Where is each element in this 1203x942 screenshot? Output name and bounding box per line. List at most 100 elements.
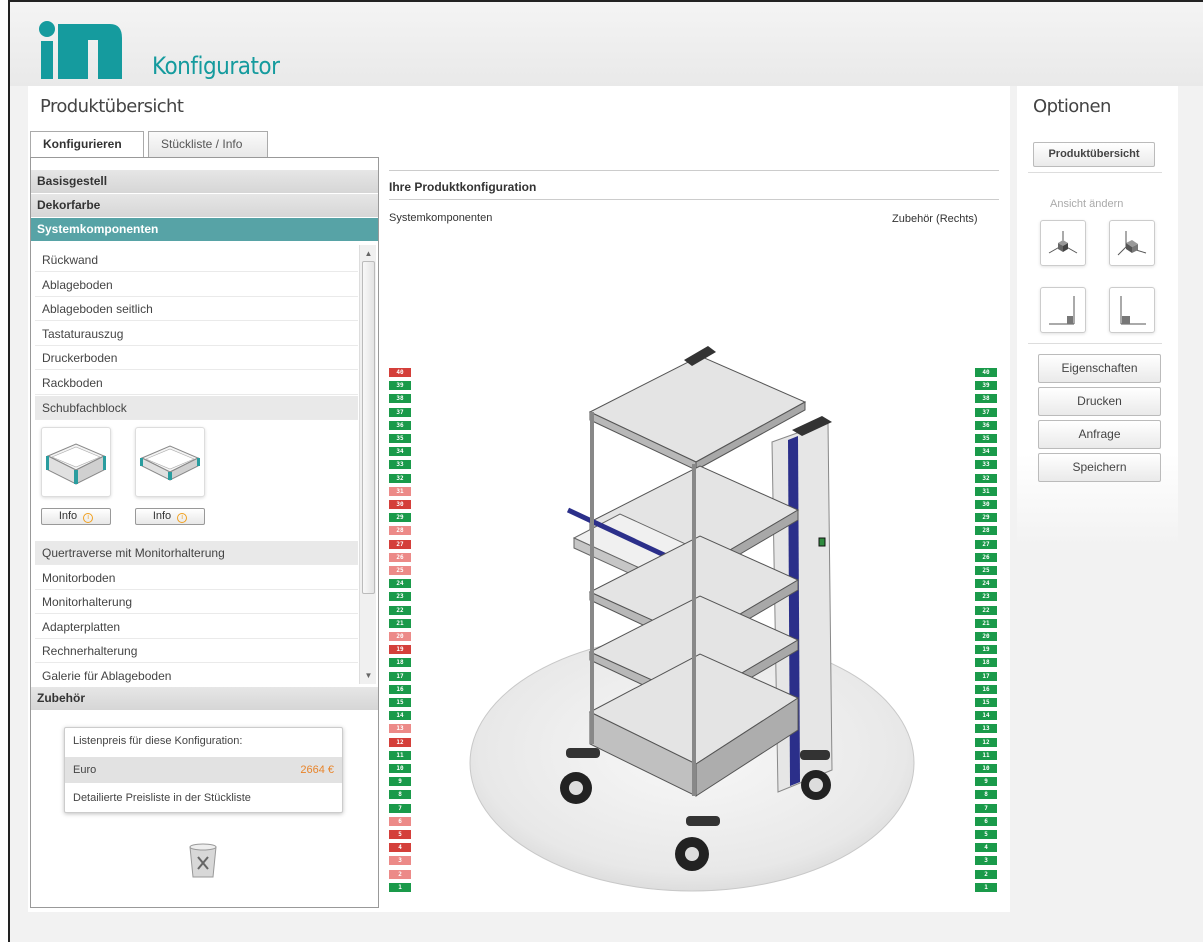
slot-36-right[interactable]: 36 <box>975 420 997 430</box>
slot-16-left[interactable]: 16 <box>389 684 411 694</box>
slot-7-left[interactable]: 7 <box>389 803 411 813</box>
slot-27-right[interactable]: 27 <box>975 539 997 549</box>
slot-15-left[interactable]: 15 <box>389 698 411 707</box>
slot-28-right[interactable]: 28 <box>975 526 997 536</box>
slot-20-right[interactable]: 20 <box>975 632 997 641</box>
slot-38-left[interactable]: 38 <box>389 394 411 404</box>
slot-34-left[interactable]: 34 <box>389 447 411 457</box>
slot-8-right[interactable]: 8 <box>975 790 997 800</box>
view-3d-side-button[interactable] <box>1109 220 1155 266</box>
list-item-ablageboden-seitlich[interactable]: Ablageboden seitlich <box>35 297 358 321</box>
slot-3-right[interactable]: 3 <box>975 856 997 866</box>
slot-18-left[interactable]: 18 <box>389 658 411 668</box>
list-item-galerie[interactable]: Galerie für Ablageboden <box>35 664 358 688</box>
slot-27-left[interactable]: 27 <box>389 539 411 549</box>
slot-21-left[interactable]: 21 <box>389 618 411 628</box>
slot-26-left[interactable]: 26 <box>389 552 411 562</box>
slot-39-left[interactable]: 39 <box>389 381 411 391</box>
slot-25-right[interactable]: 25 <box>975 566 997 575</box>
slot-12-left[interactable]: 12 <box>389 737 411 747</box>
list-item-adapterplatten[interactable]: Adapterplatten <box>35 615 358 639</box>
slot-33-left[interactable]: 33 <box>389 460 411 470</box>
slot-4-right[interactable]: 4 <box>975 843 997 853</box>
slot-17-left[interactable]: 17 <box>389 671 411 681</box>
slot-36-left[interactable]: 36 <box>389 420 411 430</box>
list-item-monitorhalterung[interactable]: Monitorhalterung <box>35 590 358 614</box>
drucken-button[interactable]: Drucken <box>1038 387 1161 416</box>
list-item-rueckwand[interactable]: Rückwand <box>35 248 358 272</box>
slot-28-left[interactable]: 28 <box>389 526 411 536</box>
slot-17-right[interactable]: 17 <box>975 671 997 681</box>
slot-40-left[interactable]: 40 <box>389 368 411 377</box>
list-item-monitorboden[interactable]: Monitorboden <box>35 566 358 590</box>
list-scrollbar[interactable]: ▲ ▼ <box>359 245 376 684</box>
slot-35-left[interactable]: 35 <box>389 434 411 443</box>
list-item-ablageboden[interactable]: Ablageboden <box>35 273 358 297</box>
slot-13-right[interactable]: 13 <box>975 724 997 734</box>
slot-7-right[interactable]: 7 <box>975 803 997 813</box>
view-3d-front-button[interactable] <box>1040 220 1086 266</box>
slot-37-left[interactable]: 37 <box>389 407 411 417</box>
view-front-button[interactable] <box>1040 287 1086 333</box>
drawer-option-1[interactable] <box>41 427 111 497</box>
info-button-2[interactable]: Info i <box>135 508 205 525</box>
info-button-1[interactable]: Info i <box>41 508 111 525</box>
slot-4-left[interactable]: 4 <box>389 843 411 853</box>
slot-10-right[interactable]: 10 <box>975 764 997 773</box>
slot-30-right[interactable]: 30 <box>975 500 997 509</box>
slot-40-right[interactable]: 40 <box>975 368 997 377</box>
slot-6-left[interactable]: 6 <box>389 816 411 826</box>
slot-20-left[interactable]: 20 <box>389 632 411 641</box>
slot-1-left[interactable]: 1 <box>389 882 411 892</box>
tab-konfigurieren[interactable]: Konfigurieren <box>30 131 144 158</box>
tab-stueckliste[interactable]: Stückliste / Info <box>148 131 268 157</box>
eigenschaften-button[interactable]: Eigenschaften <box>1038 354 1161 383</box>
slot-31-right[interactable]: 31 <box>975 486 997 496</box>
slot-38-right[interactable]: 38 <box>975 394 997 404</box>
slot-1-right[interactable]: 1 <box>975 882 997 892</box>
drawer-option-2[interactable] <box>135 427 205 497</box>
slot-5-left[interactable]: 5 <box>389 830 411 839</box>
slot-16-right[interactable]: 16 <box>975 684 997 694</box>
slot-29-left[interactable]: 29 <box>389 513 411 523</box>
slot-9-right[interactable]: 9 <box>975 777 997 787</box>
slot-2-left[interactable]: 2 <box>389 869 411 879</box>
slot-8-left[interactable]: 8 <box>389 790 411 800</box>
slot-11-right[interactable]: 11 <box>975 750 997 760</box>
produktuebersicht-button[interactable]: Produktübersicht <box>1033 142 1155 167</box>
section-zubehoer[interactable]: Zubehör <box>31 687 378 710</box>
slot-30-left[interactable]: 30 <box>389 500 411 509</box>
anfrage-button[interactable]: Anfrage <box>1038 420 1161 449</box>
list-item-schubfachblock[interactable]: Schubfachblock <box>35 396 358 420</box>
speichern-button[interactable]: Speichern <box>1038 453 1161 482</box>
slot-32-left[interactable]: 32 <box>389 473 411 483</box>
slot-15-right[interactable]: 15 <box>975 698 997 707</box>
slot-33-right[interactable]: 33 <box>975 460 997 470</box>
slot-14-left[interactable]: 14 <box>389 711 411 721</box>
slot-13-left[interactable]: 13 <box>389 724 411 734</box>
slot-22-right[interactable]: 22 <box>975 605 997 615</box>
slot-14-right[interactable]: 14 <box>975 711 997 721</box>
scroll-thumb[interactable] <box>362 261 375 594</box>
cart-3d-view[interactable] <box>440 330 920 900</box>
slot-3-left[interactable]: 3 <box>389 856 411 866</box>
slot-22-left[interactable]: 22 <box>389 605 411 615</box>
section-systemkomponenten[interactable]: Systemkomponenten <box>31 218 378 241</box>
slot-11-left[interactable]: 11 <box>389 750 411 760</box>
slot-19-right[interactable]: 19 <box>975 645 997 655</box>
list-item-druckerboden[interactable]: Druckerboden <box>35 346 358 370</box>
list-item-rackboden[interactable]: Rackboden <box>35 371 358 395</box>
list-item-tastaturauszug[interactable]: Tastaturauszug <box>35 322 358 346</box>
slot-39-right[interactable]: 39 <box>975 381 997 391</box>
trash-icon[interactable] <box>187 841 219 879</box>
slot-29-right[interactable]: 29 <box>975 513 997 523</box>
list-item-rechnerhalterung[interactable]: Rechnerhalterung <box>35 639 358 663</box>
slot-31-left[interactable]: 31 <box>389 486 411 496</box>
slot-23-right[interactable]: 23 <box>975 592 997 602</box>
slot-24-right[interactable]: 24 <box>975 579 997 589</box>
slot-21-right[interactable]: 21 <box>975 618 997 628</box>
view-side-button[interactable] <box>1109 287 1155 333</box>
slot-24-left[interactable]: 24 <box>389 579 411 589</box>
slot-6-right[interactable]: 6 <box>975 816 997 826</box>
slot-12-right[interactable]: 12 <box>975 737 997 747</box>
